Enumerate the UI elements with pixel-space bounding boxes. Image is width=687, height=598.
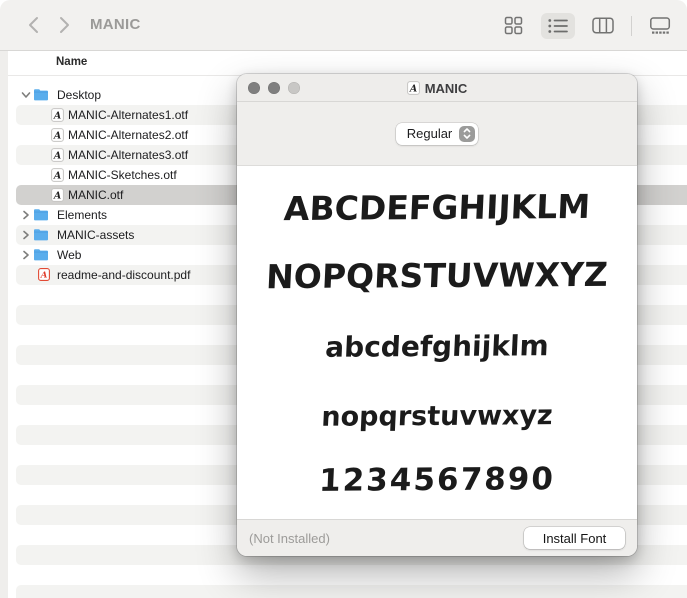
font-style-dropdown[interactable]: Regular	[395, 122, 479, 145]
folder-icon	[33, 208, 49, 222]
font-preview-row: abcdefghijklm	[324, 329, 550, 364]
file-name-label: Desktop	[57, 88, 102, 102]
svg-text:A: A	[40, 271, 48, 281]
row-background	[16, 565, 687, 585]
preview-titlebar[interactable]: A MANIC	[237, 74, 637, 102]
list-view-button[interactable]	[541, 12, 575, 39]
font-glyph-preview: ABCDEFGHIJKLM NOPQRSTUVWXYZ abcdefghijklm n…	[237, 166, 637, 519]
file-name-label: MANIC.otf	[68, 188, 124, 202]
finder-toolbar: MANIC	[0, 0, 687, 51]
folder-icon	[33, 88, 49, 102]
columns-view-button[interactable]	[586, 13, 620, 39]
chevron-right-icon[interactable]	[21, 210, 31, 220]
file-name-label: Web	[57, 248, 82, 262]
font-style-value: Regular	[406, 126, 453, 141]
finder-title: MANIC	[90, 16, 141, 33]
forward-button[interactable]	[57, 15, 71, 35]
folder-icon	[33, 228, 49, 242]
font-file-icon: A	[51, 148, 64, 162]
font-preview-row: NOPQRSTUVWXYZ	[265, 254, 609, 297]
svg-text:A: A	[53, 110, 61, 121]
preview-title-text: MANIC	[424, 80, 468, 96]
finder-window: MANIC Name Desktop A MANIC-Alternates1.o…	[0, 0, 687, 598]
empty-row	[0, 585, 687, 598]
stepper-chevrons-icon	[459, 125, 476, 142]
file-name-label: MANIC-Sketches.otf	[68, 168, 177, 182]
file-name-label: MANIC-Alternates2.otf	[68, 128, 189, 142]
chevron-left-icon	[27, 15, 40, 35]
install-status: (Not Installed)	[249, 531, 330, 546]
preview-footer: (Not Installed) Install Font	[237, 519, 637, 556]
preview-window-title: A MANIC	[237, 74, 637, 102]
file-name-label: Elements	[57, 208, 108, 222]
back-button[interactable]	[26, 15, 40, 35]
file-name-label: readme-and-discount.pdf	[57, 268, 191, 282]
font-file-icon: A	[51, 108, 64, 122]
view-mode-group	[496, 0, 677, 51]
preview-controls: Regular	[237, 102, 637, 166]
svg-text:A: A	[53, 150, 61, 161]
chevron-right-icon	[58, 15, 71, 35]
gallery-view-button[interactable]	[643, 13, 677, 39]
file-name-label: MANIC-Alternates1.otf	[68, 108, 189, 122]
gallery-view-icon	[649, 17, 671, 34]
column-header-name: Name	[56, 56, 88, 68]
file-name-label: MANIC-assets	[57, 228, 135, 242]
svg-text:A: A	[53, 130, 61, 141]
chevron-down-icon[interactable]	[21, 90, 31, 100]
pdf-file-icon: A	[38, 268, 50, 281]
font-preview-row: ABCDEFGHIJKLM	[283, 186, 592, 229]
font-preview-row: 1234567890	[318, 461, 556, 499]
empty-row	[0, 565, 687, 585]
toolbar-divider	[631, 15, 632, 36]
font-file-icon: A	[51, 188, 64, 202]
chevron-right-icon[interactable]	[21, 230, 31, 240]
folder-icon	[33, 248, 49, 262]
list-view-icon	[547, 18, 569, 34]
font-file-icon: A	[51, 168, 64, 182]
svg-text:A: A	[409, 83, 417, 94]
list-column-header[interactable]: Name	[0, 51, 687, 76]
file-name-label: MANIC-Alternates3.otf	[68, 148, 189, 162]
font-file-icon: A	[406, 81, 420, 95]
chevron-right-icon[interactable]	[21, 250, 31, 260]
columns-view-icon	[592, 17, 614, 34]
grid-view-icon	[504, 16, 523, 35]
row-background	[16, 585, 687, 598]
grid-view-button[interactable]	[496, 13, 530, 39]
svg-text:A: A	[53, 190, 61, 201]
font-preview-row: nopqrstuvwxyz	[320, 400, 554, 433]
font-preview-window: A MANIC Regular ABCDEFGHIJKLM NOPQRSTUVWX…	[237, 74, 637, 556]
install-font-button[interactable]: Install Font	[524, 527, 625, 549]
font-file-icon: A	[51, 128, 64, 142]
svg-text:A: A	[53, 170, 61, 181]
